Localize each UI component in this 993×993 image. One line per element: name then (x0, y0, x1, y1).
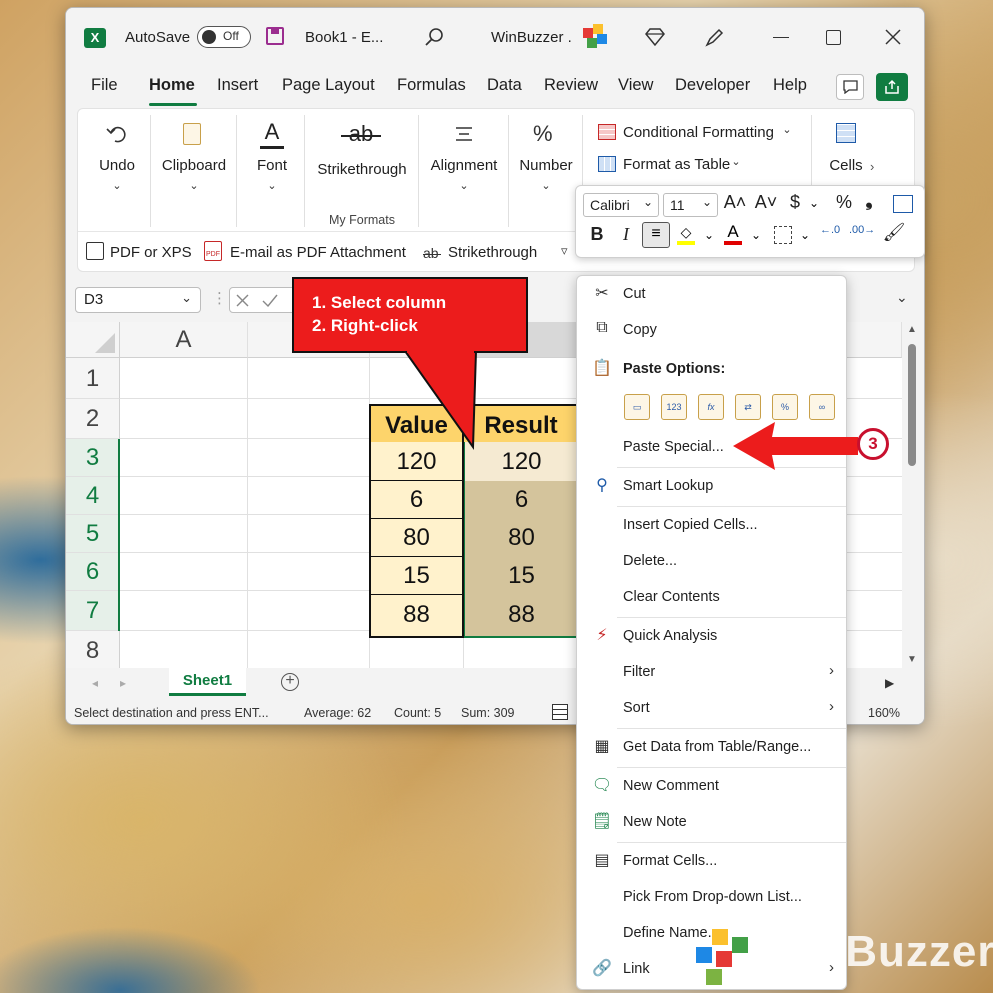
callout-line-2: 2. Right-click (312, 316, 418, 335)
instruction-callout: 1. Select column 2. Right-click (292, 277, 528, 353)
callout-pointer (403, 350, 478, 451)
step-3-arrow (733, 422, 858, 470)
callout-line-1: 1. Select column (312, 293, 447, 312)
watermark-logo-icon (692, 929, 754, 987)
callout-pointer-cover (407, 349, 474, 353)
annotation-overlay (403, 350, 858, 470)
step-badge: 3 (857, 428, 889, 460)
watermark-text: WinBuzzer (762, 927, 993, 976)
